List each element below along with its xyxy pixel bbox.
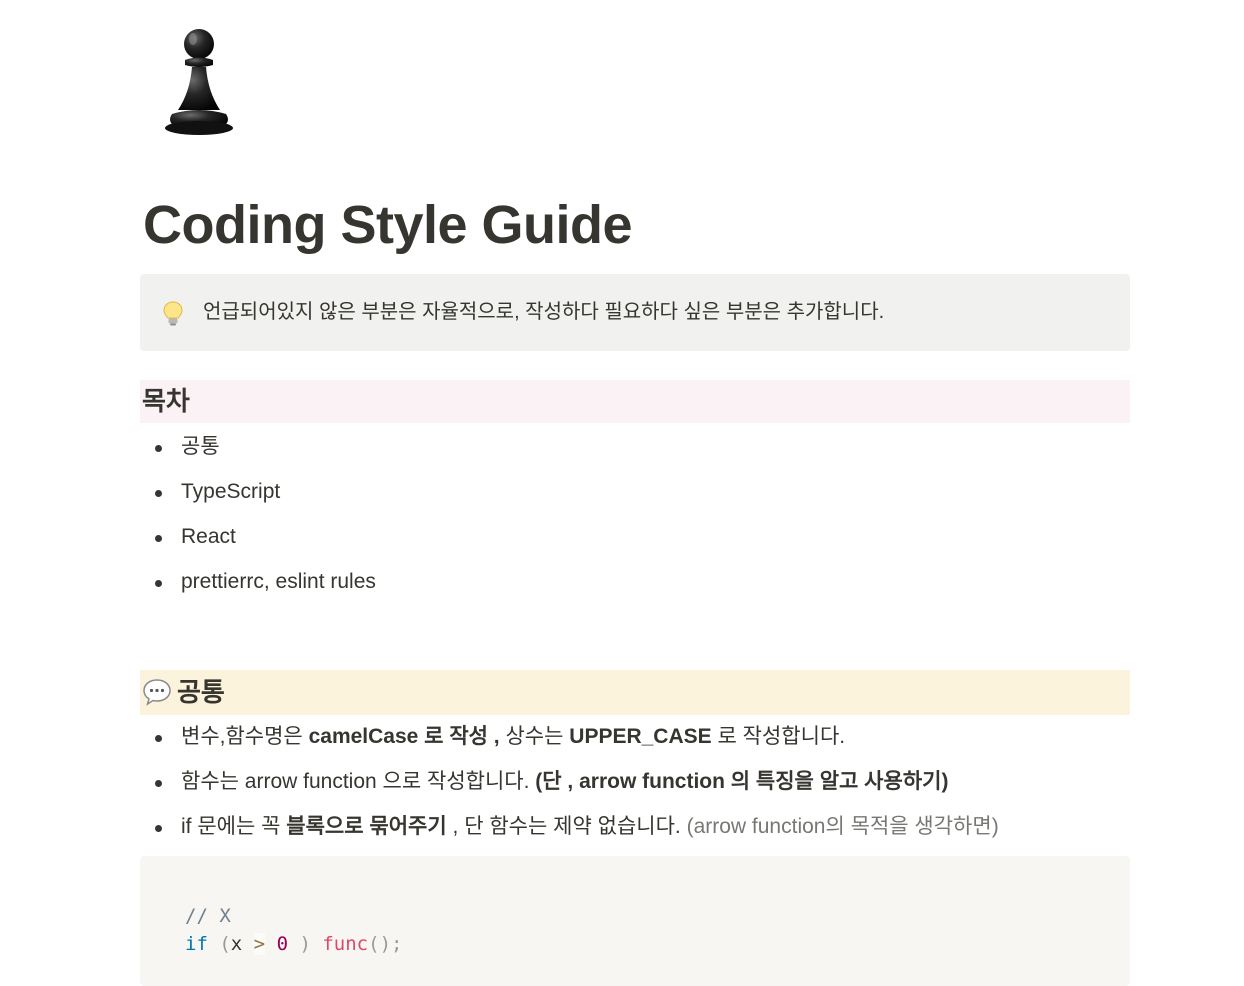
code-line-2: if (x > 0 ) func(); — [185, 933, 403, 955]
rule-naming: 변수,함수명은 camelCase 로 작성 , 상수는 UPPER_CASE … — [181, 725, 846, 748]
bullet — [155, 780, 162, 787]
list-item[interactable]: 공통 — [140, 432, 1130, 477]
bullet — [155, 580, 162, 587]
rule-arrow-function: 함수는 arrow function 으로 작성합니다. (단 , arrow … — [181, 770, 949, 793]
list-item[interactable]: TypeScript — [140, 477, 1130, 522]
light-bulb-icon — [162, 300, 184, 326]
code-line-1: // X — [185, 905, 231, 927]
chess-pawn-icon[interactable] — [158, 22, 240, 138]
bullet — [155, 490, 162, 497]
list-item[interactable]: if 문에는 꼭 블록으로 묶어주기 , 단 함수는 제약 없습니다. (arr… — [140, 812, 1130, 857]
toc-item-lint-rules: prettierrc, eslint rules — [181, 570, 376, 593]
list-item[interactable]: prettierrc, eslint rules — [140, 567, 1130, 612]
code-block[interactable]: // X if (x > 0 ) func(); — [140, 856, 1130, 986]
list-item[interactable]: 함수는 arrow function 으로 작성합니다. (단 , arrow … — [140, 767, 1130, 812]
callout-text: 언급되어있지 않은 부분은 자율적으로, 작성하다 필요하다 싶은 부분은 추가… — [203, 301, 885, 323]
common-heading-text: 공통 — [177, 677, 225, 707]
toc-heading[interactable]: 목차 — [140, 380, 1130, 423]
bullet — [155, 735, 162, 742]
common-heading[interactable]: 공통 — [140, 670, 1130, 715]
rule-if-block: if 문에는 꼭 블록으로 묶어주기 , 단 함수는 제약 없습니다. (arr… — [181, 815, 999, 838]
page-title[interactable]: Coding Style Guide — [143, 192, 633, 258]
speech-balloon-icon — [142, 677, 172, 707]
toc-item-react: React — [181, 525, 236, 548]
toc-heading-text: 목차 — [142, 386, 190, 416]
list-item[interactable]: React — [140, 522, 1130, 567]
toc-item-common: 공통 — [181, 435, 220, 458]
toc-item-typescript: TypeScript — [181, 480, 281, 503]
callout[interactable]: 언급되어있지 않은 부분은 자율적으로, 작성하다 필요하다 싶은 부분은 추가… — [140, 274, 1130, 351]
bullet — [155, 535, 162, 542]
bullet — [155, 445, 162, 452]
bullet — [155, 825, 162, 832]
list-item[interactable]: 변수,함수명은 camelCase 로 작성 , 상수는 UPPER_CASE … — [140, 722, 1130, 767]
toc-list: 공통 TypeScript React prettierrc, eslint r… — [140, 432, 1130, 612]
rules-list: 변수,함수명은 camelCase 로 작성 , 상수는 UPPER_CASE … — [140, 722, 1130, 857]
